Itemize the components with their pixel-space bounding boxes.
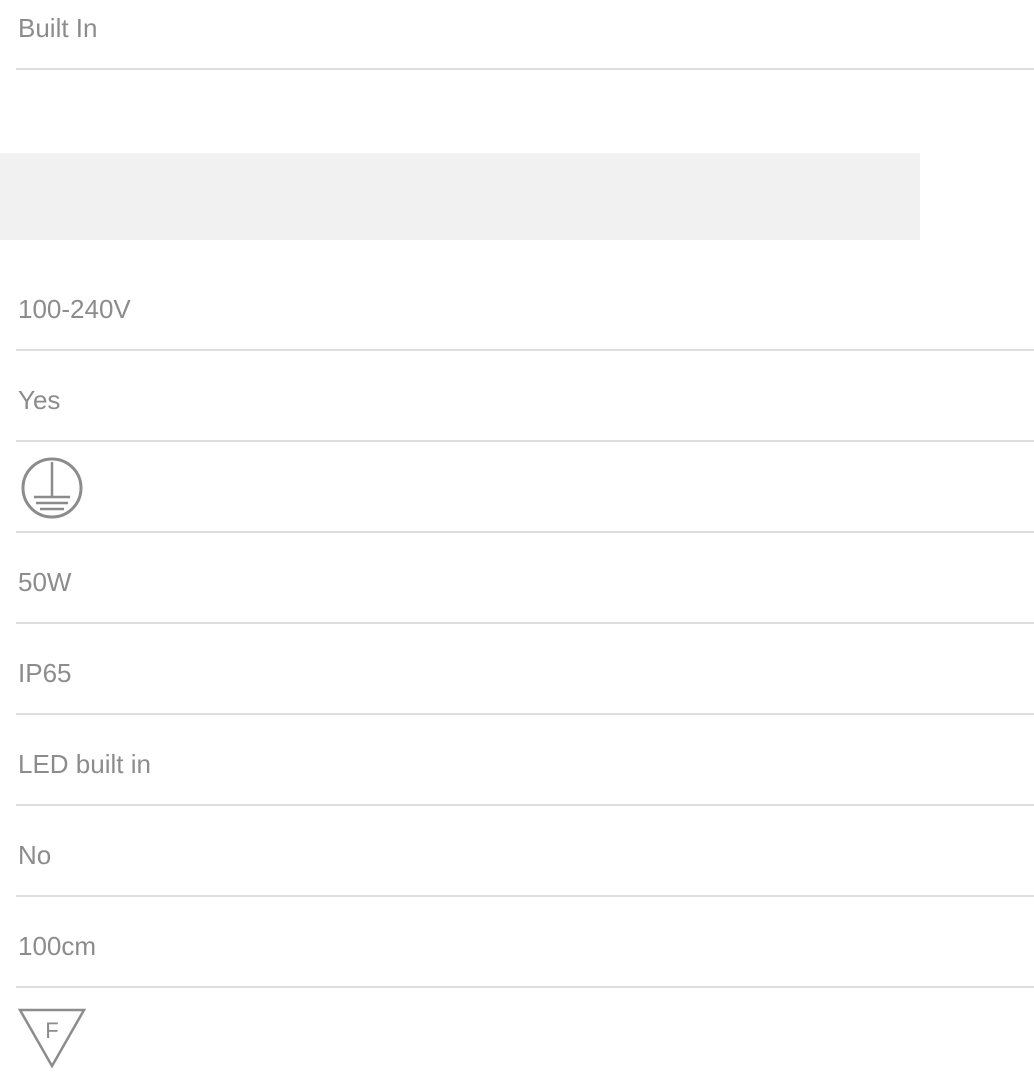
spec-value-ip-rating: IP65 xyxy=(18,658,72,688)
spec-row-class xyxy=(16,442,1034,533)
spec-value-bulb-included: No xyxy=(18,840,52,870)
spec-value-mounting: Built In xyxy=(18,13,98,43)
spec-value-voltage: 100-240V xyxy=(18,294,131,324)
spec-row-dimmable: Yes xyxy=(16,351,1034,442)
spec-row-lamp: LED built in xyxy=(16,715,1034,806)
earth-ground-icon xyxy=(16,456,88,525)
spec-value-dimmable: Yes xyxy=(18,385,61,415)
f-mark-triangle-icon: F xyxy=(16,1006,88,1075)
spec-row-voltage: 100-240V xyxy=(16,260,1034,351)
spec-value-wattage: 50W xyxy=(18,567,72,597)
spec-value-cable-length: 100cm xyxy=(18,931,97,961)
spec-row-ip-rating: IP65 xyxy=(16,624,1034,715)
spec-row-bulb-included: No xyxy=(16,806,1034,897)
spec-row-cable-length: 100cm xyxy=(16,897,1034,988)
f-mark-letter: F xyxy=(45,1018,58,1043)
section-header-band xyxy=(0,153,920,240)
spec-value-lamp: LED built in xyxy=(18,749,151,779)
spec-row-mounting: Built In xyxy=(16,0,1034,70)
spec-row-wattage: 50W xyxy=(16,533,1034,624)
